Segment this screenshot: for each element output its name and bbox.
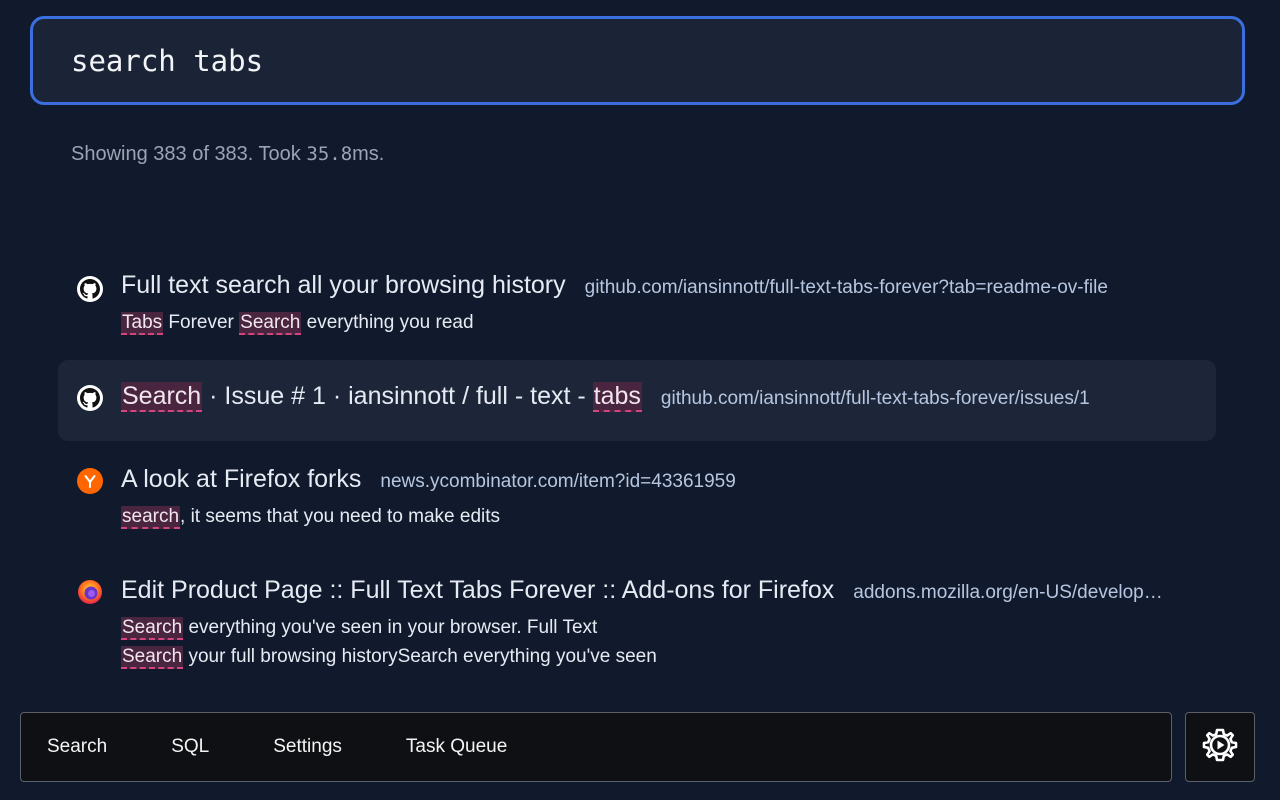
- result-item[interactable]: Edit Product Page :: Full Text Tabs Fore…: [58, 573, 1216, 683]
- result-url[interactable]: addons.mozilla.org/en-US/develop…: [853, 582, 1183, 604]
- snippet-line: search, it seems that you need to make e…: [121, 502, 1216, 531]
- nav-item-search[interactable]: Search: [47, 736, 107, 758]
- hacker-news-icon: [77, 468, 103, 494]
- bottom-nav: Search SQL Settings Task Queue: [20, 712, 1172, 782]
- snippet-text: , it seems that you need to make edits: [180, 506, 501, 527]
- snippet-text: your full browsing historySearch everyth…: [183, 646, 657, 667]
- result-title[interactable]: Full text search all your browsing histo…: [121, 271, 566, 300]
- title-text: · Issue # 1 · iansinnott / full - text -: [202, 382, 593, 410]
- match-highlight: tabs: [592, 382, 642, 412]
- result-snippet: Search everything you've seen in your br…: [121, 613, 1216, 671]
- stats-suffix: ms.: [352, 143, 385, 165]
- snippet-line: Search everything you've seen in your br…: [121, 613, 1216, 642]
- snippet-text: everything you read: [301, 312, 474, 333]
- results-stats: Showing 383 of 383. Took 35.8ms.: [71, 143, 384, 166]
- snippet-line: Search your full browsing historySearch …: [121, 642, 1216, 671]
- github-icon: [77, 276, 103, 302]
- search-input[interactable]: [71, 43, 1171, 78]
- nav-item-settings[interactable]: Settings: [273, 736, 342, 758]
- match-highlight: Search: [121, 382, 203, 412]
- settings-gear-button[interactable]: [1185, 712, 1255, 782]
- stats-time: 35.8: [306, 143, 353, 165]
- result-item[interactable]: A look at Firefox forks news.ycombinator…: [58, 462, 1216, 542]
- nav-item-sql[interactable]: SQL: [171, 736, 209, 758]
- result-url[interactable]: github.com/iansinnott/full-text-tabs-for…: [661, 388, 1090, 410]
- result-snippet: Tabs Forever Search everything you read: [121, 308, 1216, 337]
- match-highlight: search: [121, 506, 181, 529]
- result-title[interactable]: Search · Issue # 1 · iansinnott / full -…: [121, 382, 642, 412]
- stats-prefix: Showing 383 of 383. Took: [71, 143, 307, 165]
- firefox-icon: [77, 579, 103, 605]
- match-highlight: Search: [121, 646, 184, 669]
- result-item[interactable]: Full text search all your browsing histo…: [58, 268, 1216, 348]
- snippet-text: everything you've seen in your browser. …: [183, 617, 598, 638]
- gear-play-icon: [1202, 727, 1238, 768]
- result-title[interactable]: A look at Firefox forks: [121, 465, 361, 494]
- match-highlight: Search: [239, 312, 302, 335]
- result-url[interactable]: news.ycombinator.com/item?id=43361959: [380, 471, 735, 493]
- match-highlight: Tabs: [121, 312, 164, 335]
- result-item-selected[interactable]: Search · Issue # 1 · iansinnott / full -…: [58, 360, 1216, 441]
- snippet-text: Forever: [163, 312, 240, 333]
- result-snippet: search, it seems that you need to make e…: [121, 502, 1216, 531]
- nav-item-task-queue[interactable]: Task Queue: [406, 736, 507, 758]
- search-box[interactable]: [30, 16, 1245, 105]
- snippet-line: Tabs Forever Search everything you read: [121, 308, 1216, 337]
- match-highlight: Search: [121, 617, 184, 640]
- result-url[interactable]: github.com/iansinnott/full-text-tabs-for…: [585, 277, 1108, 299]
- github-icon: [77, 385, 103, 411]
- result-title[interactable]: Edit Product Page :: Full Text Tabs Fore…: [121, 576, 834, 605]
